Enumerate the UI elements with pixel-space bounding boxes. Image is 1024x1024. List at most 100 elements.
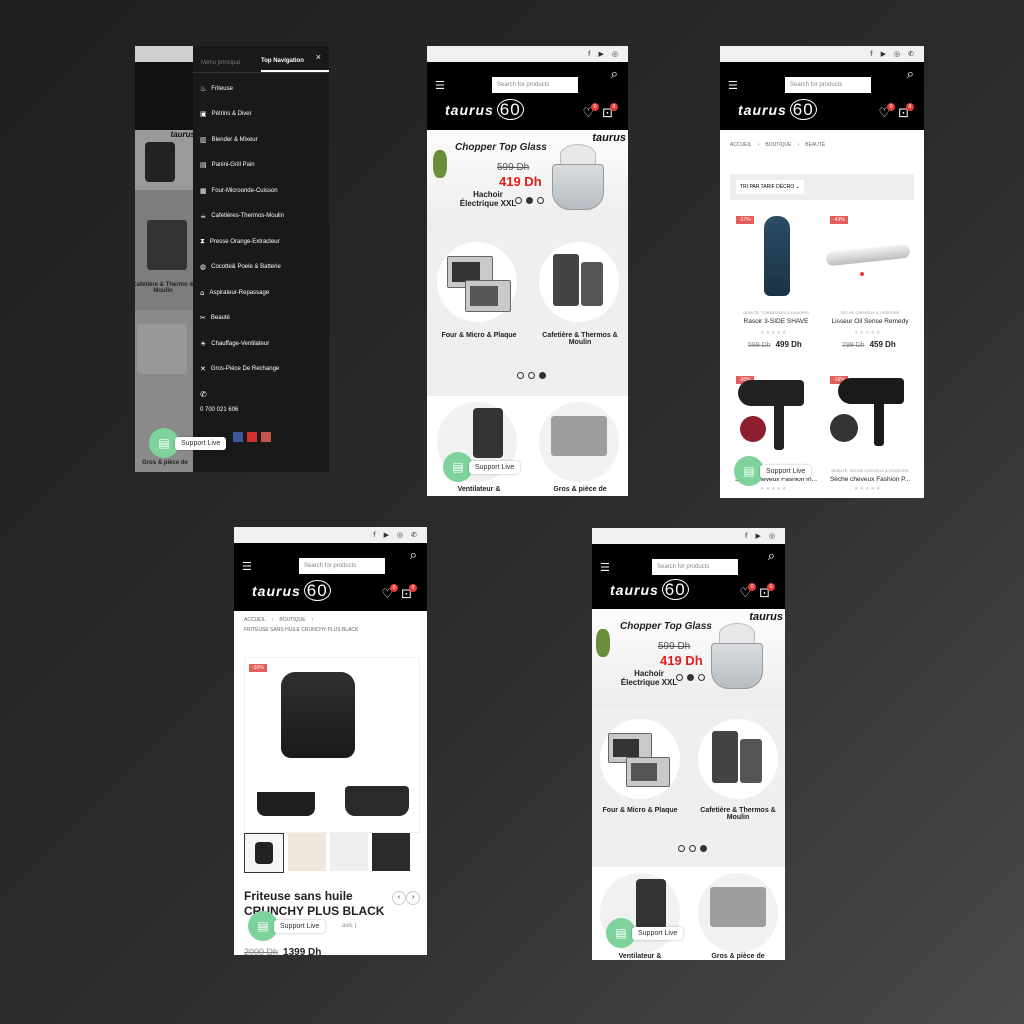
hamburger-icon[interactable]: ☰ [242, 560, 252, 573]
facebook-icon[interactable]: f [373, 531, 375, 539]
hamburger-icon[interactable]: ☰ [728, 79, 738, 92]
category-label[interactable]: Gros & pièce de [537, 486, 623, 493]
prev-image-button[interactable]: ‹ [392, 891, 406, 905]
support-live-widget[interactable]: ▤ Support Live [734, 456, 812, 486]
thumbnail[interactable] [372, 833, 410, 871]
facebook-icon[interactable]: f [745, 532, 747, 540]
category-label[interactable]: Four & Micro & Plaque [431, 332, 527, 339]
category-label[interactable]: Cafetière & Thermos & Moulin [537, 332, 623, 346]
facebook-icon[interactable]: f [588, 50, 590, 58]
support-live-label[interactable]: Support Live [175, 436, 227, 450]
slider-dot[interactable] [515, 197, 522, 204]
logo[interactable]: taurus 60 [445, 99, 524, 120]
instagram-icon[interactable] [261, 432, 271, 442]
breadcrumb-item[interactable]: BOUTIQUE [279, 617, 305, 623]
reviews-link[interactable]: avis ) [342, 923, 356, 929]
slider-dot[interactable] [526, 197, 533, 204]
instagram-icon[interactable]: ◎ [612, 50, 618, 58]
menu-item[interactable]: ◍ Cocotte& Poele & Batterie [193, 255, 329, 281]
menu-item[interactable]: ☕ Cafetières-Thermos-Moulin [193, 204, 329, 230]
support-live-label[interactable]: Support Live [469, 460, 521, 474]
search-input[interactable]: Search for products [652, 559, 738, 575]
cart-icon[interactable]: ⊡ 0 [759, 583, 775, 601]
product-card[interactable]: -17% BEAUTÉ, TONDEUSES & RASOIRS Rasoir … [730, 210, 822, 365]
support-live-widget[interactable]: ▤ Support Live [248, 911, 326, 941]
phone-number[interactable]: 0 700 021 606 [200, 407, 322, 413]
cart-icon[interactable]: ⊡ 0 [401, 584, 417, 602]
menu-item[interactable]: ⌂ Aspirateur-Repassage [193, 280, 329, 306]
youtube-icon[interactable]: ▶ [756, 532, 761, 540]
category-label[interactable]: Gros & pièce de [694, 953, 782, 960]
promo-banner[interactable]: Chopper Top Glass 599 Dh 419 Dh Hachoir … [427, 130, 628, 230]
instagram-icon[interactable]: ◎ [769, 532, 775, 540]
menu-item[interactable]: ⧗ Presse Orange-Extracteur [193, 229, 329, 255]
support-live-label[interactable]: Support Live [274, 919, 326, 933]
sort-select[interactable]: TRI PAR TARIF DÉCRO ⌄ [736, 180, 804, 194]
category-four-micro[interactable] [600, 719, 680, 799]
breadcrumb-item[interactable]: BOUTIQUE [765, 142, 791, 148]
facebook-icon[interactable] [233, 432, 243, 442]
carousel-dot[interactable] [678, 845, 685, 852]
whatsapp-icon[interactable]: ✆ [908, 50, 914, 58]
youtube-icon[interactable]: ▶ [881, 50, 886, 58]
carousel-dot[interactable] [517, 372, 524, 379]
menu-item[interactable]: ✕ Gros-Piéce De Rechange [193, 357, 329, 383]
support-live-widget[interactable]: ▤ Support Live [606, 918, 684, 948]
slider-dot[interactable] [676, 674, 683, 681]
cart-icon[interactable]: ⊡ 0 [602, 103, 618, 121]
tab-menu-principal[interactable]: Menu principal [193, 60, 261, 72]
support-live-label[interactable]: Support Live [632, 926, 684, 940]
search-input[interactable]: Search for products [785, 77, 871, 93]
breadcrumb-item[interactable]: ACCUEIL [244, 617, 266, 623]
category-cafetiere[interactable] [539, 242, 619, 322]
search-icon[interactable]: ⌕ [768, 549, 775, 564]
thumbnail[interactable] [330, 833, 368, 871]
wishlist-icon[interactable]: ♡ 0 [582, 103, 600, 121]
wishlist-icon[interactable]: ♡ 0 [739, 583, 757, 601]
hamburger-icon[interactable]: ☰ [435, 79, 445, 92]
slider-dot[interactable] [687, 674, 694, 681]
support-live-widget[interactable]: ▤ Support Live [443, 452, 521, 482]
menu-item[interactable]: ✂ Beauté [193, 306, 329, 332]
support-live-label[interactable]: Support Live [760, 464, 812, 478]
youtube-icon[interactable] [247, 432, 257, 442]
next-image-button[interactable]: › [406, 891, 420, 905]
category-gros[interactable] [539, 402, 619, 482]
carousel-dot[interactable] [700, 845, 707, 852]
category-label[interactable]: Four & Micro & Plaque [592, 807, 688, 814]
cart-icon[interactable]: ⊡ 0 [898, 103, 914, 121]
product-name[interactable]: Sèche cheveux Fashion P... [820, 476, 920, 483]
product-name[interactable]: Lisseur Oil Sense Remedy [824, 318, 916, 325]
search-icon[interactable]: ⌕ [907, 67, 914, 82]
category-label[interactable]: Cafetière & Thermos & Moulin [694, 807, 782, 821]
logo[interactable]: taurus 60 [252, 580, 331, 601]
category-cafetiere[interactable] [698, 719, 778, 799]
product-card[interactable]: -43% SÈCHE CHEVEUX & LISSEURS Lisseur Oi… [824, 210, 916, 365]
carousel-dot[interactable] [689, 845, 696, 852]
product-card[interactable]: -16% BEAUTÉ, SÈCHE CHEVEUX & LISSEURS Sè… [824, 370, 916, 498]
whatsapp-icon[interactable]: ✆ [411, 531, 417, 539]
logo[interactable]: taurus 60 [738, 99, 817, 120]
youtube-icon[interactable]: ▶ [384, 531, 389, 539]
category-label[interactable]: Ventilateur & [592, 953, 688, 960]
product-name[interactable]: Rasoir 3-SIDE SHAVE [730, 318, 822, 325]
thumbnail[interactable] [288, 833, 326, 871]
promo-banner[interactable]: Chopper Top Glass 599 Dh 419 Dh Hachoir … [592, 609, 785, 707]
instagram-icon[interactable]: ◎ [894, 50, 900, 58]
close-icon[interactable]: × [316, 52, 321, 62]
menu-item[interactable]: ♨ Friteuse [193, 76, 329, 102]
youtube-icon[interactable]: ▶ [599, 50, 604, 58]
facebook-icon[interactable]: f [870, 50, 872, 58]
menu-item[interactable]: ▤ Panini-Grill Pain [193, 153, 329, 179]
menu-item[interactable]: ☀ Chauffage-Ventilateur [193, 331, 329, 357]
category-four-micro[interactable] [437, 242, 517, 322]
search-icon[interactable]: ⌕ [611, 67, 618, 82]
slider-dot[interactable] [537, 197, 544, 204]
logo[interactable]: taurus 60 [610, 579, 689, 600]
thumbnail[interactable] [244, 833, 284, 873]
breadcrumb-item[interactable]: ACCUEIL [730, 142, 752, 148]
menu-item[interactable]: ▥ Blender & Mixeur [193, 127, 329, 153]
wishlist-icon[interactable]: ♡ 0 [878, 103, 896, 121]
carousel-dot[interactable] [528, 372, 535, 379]
menu-item[interactable]: ▣ Pétrins & Diver [193, 102, 329, 128]
